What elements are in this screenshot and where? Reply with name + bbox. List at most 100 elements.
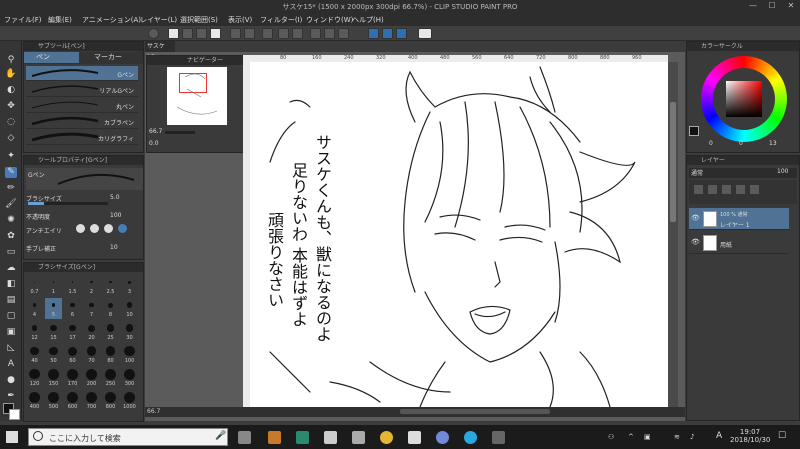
close-button[interactable]: ✕	[782, 0, 800, 12]
brush-size-cell[interactable]: 6	[64, 298, 81, 319]
sub-color-swatch[interactable]	[9, 409, 20, 420]
ime-indicator[interactable]: A	[716, 431, 722, 441]
correct-line-tool-icon[interactable]: ✒	[5, 391, 17, 402]
transform-icon[interactable]	[310, 28, 321, 39]
layer-opacity[interactable]: 100	[777, 168, 788, 175]
navigator-rotate[interactable]: 0.0	[149, 140, 159, 147]
layer-row[interactable]: 👁 100 % 通常 レイヤー 1	[689, 208, 789, 230]
ruler-tool-icon[interactable]: ◺	[5, 343, 17, 354]
opacity-row[interactable]: 不透明度 100	[26, 212, 143, 221]
minimize-button[interactable]: —	[744, 0, 762, 12]
fill-tool-icon[interactable]: ◧	[5, 279, 17, 290]
snap-grid-icon[interactable]	[396, 28, 407, 39]
brush-size-cell[interactable]: 600	[64, 390, 81, 411]
saturation-value-square[interactable]	[726, 81, 762, 117]
balloon-tool-icon[interactable]: ●	[5, 375, 17, 386]
fill-icon[interactable]	[292, 28, 303, 39]
drawing-canvas[interactable]: サスケくんも、獣になるのよ 足りないわ 本能はずよ 頑張りなさい	[250, 62, 668, 407]
menu-file[interactable]: ファイル(F)	[4, 15, 42, 25]
clock[interactable]: 19:07 2018/10/30	[730, 428, 770, 444]
brush-size-cell[interactable]: 5	[45, 298, 62, 319]
brush-size-cell[interactable]: 1.5	[64, 275, 81, 296]
tray-chevron-icon[interactable]: ^	[628, 433, 634, 441]
decoration-tool-icon[interactable]: ✿	[5, 231, 17, 242]
loading-icon[interactable]	[262, 28, 273, 39]
photos-icon[interactable]	[408, 431, 421, 444]
blend-tool-icon[interactable]: ☁	[5, 263, 17, 274]
navigator-zoom[interactable]: 66.7	[149, 128, 162, 135]
notification-icon[interactable]: ☐	[778, 431, 786, 441]
pen-tool-icon[interactable]: ✎	[5, 167, 17, 178]
hand-tool-icon[interactable]: ✋	[5, 69, 17, 80]
brush-size-row[interactable]: ブラシサイズ 5.0	[26, 194, 143, 205]
file-explorer-icon[interactable]	[268, 431, 281, 444]
brush-size-cell[interactable]: 30	[121, 321, 138, 342]
undo-icon[interactable]	[230, 28, 241, 39]
antialias-row[interactable]: アンチエイリ	[26, 224, 143, 235]
airbrush-tool-icon[interactable]: ✺	[5, 215, 17, 226]
v-value[interactable]: 13	[769, 140, 777, 147]
clip-studio-icon[interactable]	[148, 28, 159, 39]
menu-animation[interactable]: アニメーション(A)	[82, 15, 141, 25]
brush-size-cell[interactable]: 2.5	[102, 275, 119, 296]
eyedropper-tool-icon[interactable]: ◐	[5, 85, 17, 96]
help-icon[interactable]	[418, 28, 432, 39]
brush-size-cell[interactable]: 150	[45, 367, 62, 388]
menu-window[interactable]: ウィンドウ(W)	[306, 15, 353, 25]
brush-item[interactable]: Gペン	[26, 66, 138, 81]
lock-icon[interactable]	[721, 184, 732, 195]
lasso-tool-icon[interactable]: ◌	[5, 117, 17, 128]
main-color-swatch-right[interactable]	[689, 126, 699, 136]
brush-size-cell[interactable]: 120	[26, 367, 43, 388]
snap-ruler-icon[interactable]	[368, 28, 379, 39]
clip-icon[interactable]	[735, 184, 746, 195]
zoom-tool-icon[interactable]: ⚲	[5, 55, 17, 66]
brush-size-cell[interactable]: 1000	[121, 390, 138, 411]
brush-size-cell[interactable]: 60	[64, 344, 81, 365]
brush-size-cell[interactable]: 15	[45, 321, 62, 342]
save-icon[interactable]	[196, 28, 207, 39]
menu-selection[interactable]: 選択範囲(S)	[180, 15, 218, 25]
wand-tool-icon[interactable]: ✦	[5, 151, 17, 162]
h-value[interactable]: 0	[709, 140, 713, 147]
brush-size-cell[interactable]: 40	[26, 344, 43, 365]
brush-size-cell[interactable]: 400	[26, 390, 43, 411]
microphone-icon[interactable]: 🎤	[215, 431, 226, 441]
stabilization-value[interactable]: 10	[110, 244, 118, 251]
windows-start-icon[interactable]	[6, 431, 18, 443]
brush-size-cell[interactable]: 7	[83, 298, 100, 319]
hue-ring[interactable]	[701, 56, 787, 142]
brush-size-cell[interactable]: 700	[83, 390, 100, 411]
eraser-tool-icon[interactable]: ▭	[5, 247, 17, 258]
opacity-value[interactable]: 100	[110, 212, 121, 219]
brush-item[interactable]: 丸ペン	[26, 98, 138, 113]
brush-size-cell[interactable]: 17	[64, 321, 81, 342]
delete-layer-icon[interactable]	[749, 184, 760, 195]
snap-special-icon[interactable]	[382, 28, 393, 39]
vertical-scrollbar[interactable]	[668, 62, 678, 407]
brush-size-cell[interactable]: 70	[83, 344, 100, 365]
brush-size-cell[interactable]: 0.7	[26, 275, 43, 296]
status-zoom[interactable]: 66.7	[147, 408, 160, 415]
brush-size-cell[interactable]: 100	[121, 344, 138, 365]
page-icon[interactable]	[210, 28, 221, 39]
gradient-tool-icon[interactable]: ▤	[5, 295, 17, 306]
brush-item[interactable]: カリグラフィ	[26, 130, 138, 145]
brush-size-cell[interactable]: 1	[45, 275, 62, 296]
brush-tool-icon[interactable]: 🖌	[5, 199, 17, 210]
people-icon[interactable]: ⚇	[608, 433, 614, 441]
brush-size-cell[interactable]: 500	[45, 390, 62, 411]
brush-size-cell[interactable]: 200	[83, 367, 100, 388]
new-folder-icon[interactable]	[707, 184, 718, 195]
move-tool-icon[interactable]: ✥	[5, 101, 17, 112]
text-tool-icon[interactable]: A	[5, 359, 17, 370]
tab-pen[interactable]: ペン	[24, 52, 79, 63]
search-box[interactable]: ここに入力して検索 🎤	[28, 428, 228, 446]
brush-size-cell[interactable]: 2	[83, 275, 100, 296]
menu-edit[interactable]: 編集(E)	[48, 15, 72, 25]
discord-icon[interactable]	[436, 431, 449, 444]
frame-tool-icon[interactable]: ▣	[5, 327, 17, 338]
horizontal-scrollbar[interactable]	[400, 409, 550, 414]
redo-icon[interactable]	[244, 28, 255, 39]
clip-studio-paint-icon[interactable]	[492, 431, 505, 444]
